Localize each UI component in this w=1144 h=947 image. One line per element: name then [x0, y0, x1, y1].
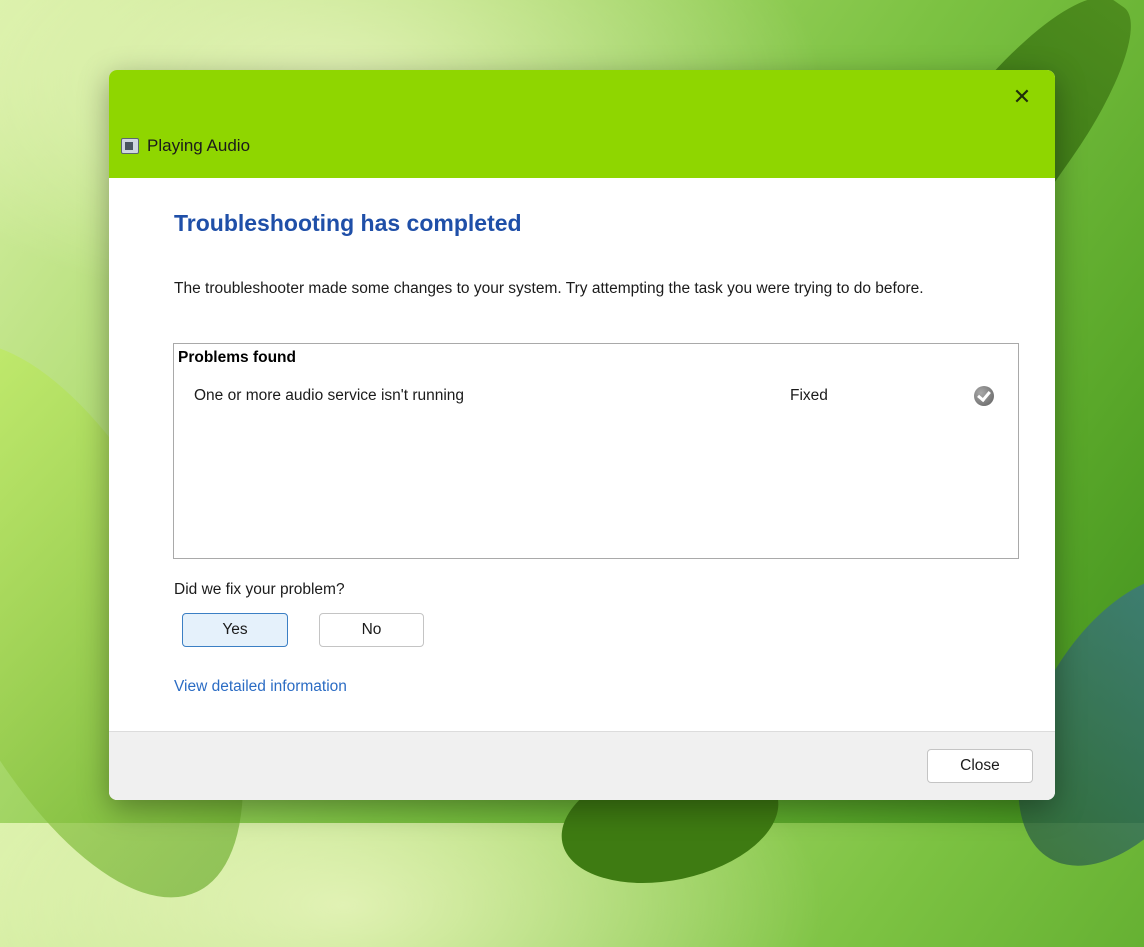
page-title: Troubleshooting has completed — [174, 210, 522, 236]
feedback-question: Did we fix your problem? — [174, 581, 345, 598]
list-item: One or more audio service isn't running … — [174, 384, 1018, 408]
check-circle-icon — [974, 386, 994, 406]
troubleshooter-app-icon — [121, 138, 139, 154]
window-title: Playing Audio — [147, 136, 251, 155]
title-bar: ✕ Playing Audio — [109, 70, 1055, 178]
problems-list: Problems found One or more audio service… — [173, 343, 1019, 559]
problem-name: One or more audio service isn't running — [194, 387, 465, 404]
dialog-footer: Close — [109, 731, 1055, 800]
view-details-link[interactable]: View detailed information — [174, 678, 347, 696]
window-title-row: Playing Audio — [121, 136, 250, 156]
description-text: The troubleshooter made some changes to … — [174, 280, 924, 297]
yes-button[interactable]: Yes — [182, 613, 288, 647]
problem-status: Fixed — [790, 387, 828, 404]
troubleshooter-dialog: ✕ Playing Audio Troubleshooting has comp… — [109, 70, 1055, 800]
problems-header: Problems found — [178, 349, 296, 366]
main-content: Troubleshooting has completed — [174, 210, 1025, 237]
close-icon[interactable]: ✕ — [1007, 82, 1037, 112]
close-button[interactable]: Close — [927, 749, 1033, 783]
no-button[interactable]: No — [319, 613, 424, 647]
